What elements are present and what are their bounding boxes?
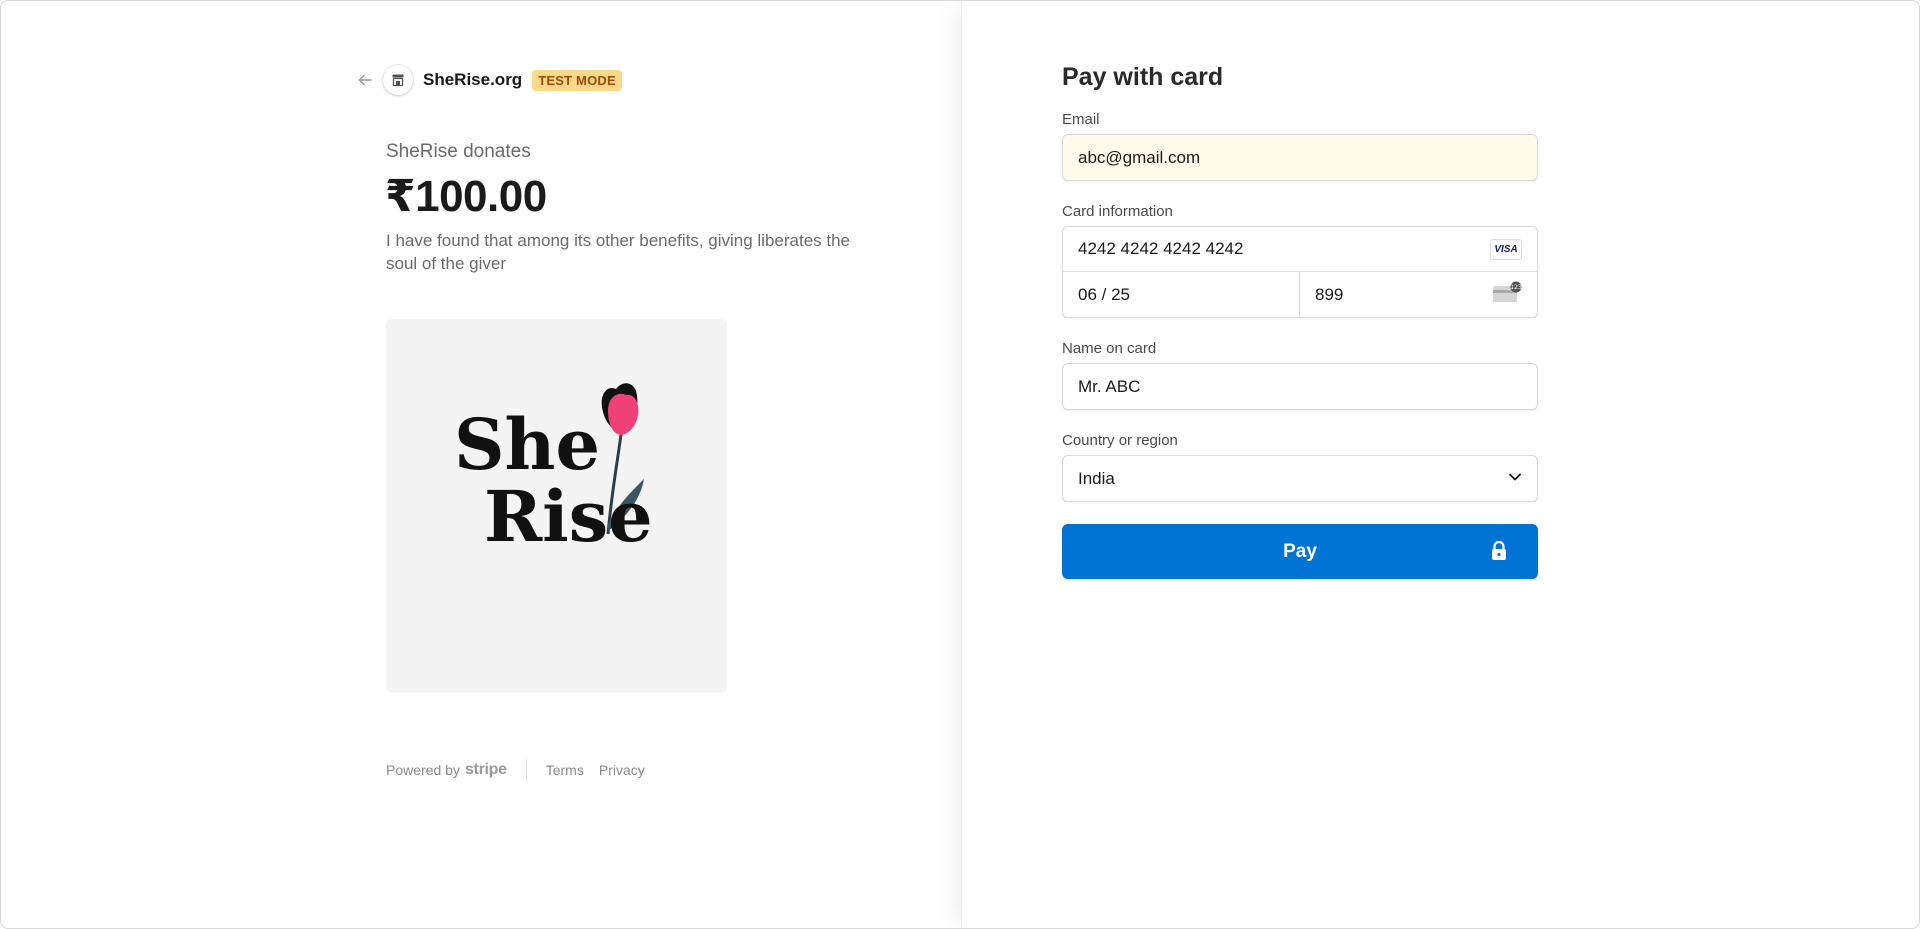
- checkout-footer: Powered by stripe Terms Privacy: [386, 759, 660, 781]
- email-label: Email: [1062, 111, 1100, 128]
- test-mode-badge: TEST MODE: [532, 69, 622, 91]
- expiry-field[interactable]: 06 / 25: [1063, 272, 1300, 317]
- name-group: Name on card Mr. ABC: [1062, 340, 1538, 410]
- powered-by-label: Powered by: [386, 762, 460, 778]
- email-group: Email abc@gmail.com: [1062, 111, 1538, 181]
- lock-icon: [1490, 540, 1508, 568]
- back-arrow-icon[interactable]: [355, 70, 375, 90]
- logo-text-rise: Rise: [484, 475, 653, 558]
- product-name: SheRise donates: [386, 141, 531, 162]
- country-value: India: [1078, 468, 1115, 488]
- powered-by[interactable]: Powered by stripe: [386, 761, 507, 779]
- payment-form: Pay with card Email abc@gmail.com Card i…: [1062, 63, 1538, 579]
- privacy-link[interactable]: Privacy: [599, 762, 645, 778]
- store-icon: [383, 65, 413, 95]
- cvc-field[interactable]: 899 123: [1300, 272, 1537, 317]
- card-number-value: 4242 4242 4242 4242: [1078, 239, 1244, 258]
- order-summary-panel: SheRise.org TEST MODE SheRise donates ₹1…: [1, 1, 961, 928]
- expiry-value: 06 / 25: [1078, 284, 1130, 304]
- name-on-card-field[interactable]: Mr. ABC: [1062, 363, 1538, 410]
- cvc-card-icon: 123: [1492, 281, 1522, 308]
- email-value: abc@gmail.com: [1078, 147, 1201, 167]
- payment-panel: Pay with card Email abc@gmail.com Card i…: [961, 1, 1919, 928]
- checkout-window: SheRise.org TEST MODE SheRise donates ₹1…: [0, 0, 1920, 929]
- logo-text-she: She: [454, 403, 600, 486]
- cvc-value: 899: [1315, 284, 1344, 304]
- sherise-logo: She Rise: [454, 383, 653, 558]
- total-amount: ₹100.00: [385, 172, 547, 221]
- svg-text:123: 123: [1510, 284, 1522, 291]
- card-bottom-row: 06 / 25 899 123: [1063, 272, 1537, 317]
- merchant-header: SheRise.org TEST MODE: [355, 65, 622, 95]
- card-info-label: Card information: [1062, 203, 1173, 220]
- card-group: Card information 4242 4242 4242 4242 VIS…: [1062, 203, 1538, 318]
- footer-divider: [525, 759, 527, 781]
- name-label: Name on card: [1062, 340, 1157, 357]
- name-value: Mr. ABC: [1078, 376, 1141, 396]
- product-image: She Rise: [386, 319, 727, 693]
- terms-link[interactable]: Terms: [546, 762, 584, 778]
- email-field[interactable]: abc@gmail.com: [1062, 134, 1538, 181]
- chevron-down-icon: [1508, 469, 1522, 489]
- pay-button[interactable]: Pay: [1062, 524, 1538, 579]
- stripe-logo: stripe: [464, 761, 507, 778]
- merchant-name[interactable]: SheRise.org: [423, 70, 522, 90]
- country-select[interactable]: India: [1062, 455, 1538, 502]
- country-label: Country or region: [1062, 432, 1178, 449]
- product-description: I have found that among its other benefi…: [386, 231, 851, 273]
- card-number-field[interactable]: 4242 4242 4242 4242 VISA: [1063, 227, 1537, 272]
- country-group: Country or region India: [1062, 432, 1538, 502]
- card-info-box: 4242 4242 4242 4242 VISA 06 / 25 899 123: [1062, 226, 1538, 318]
- visa-icon: VISA: [1490, 238, 1522, 260]
- pay-label: Pay: [1283, 540, 1317, 562]
- form-title: Pay with card: [1062, 63, 1224, 91]
